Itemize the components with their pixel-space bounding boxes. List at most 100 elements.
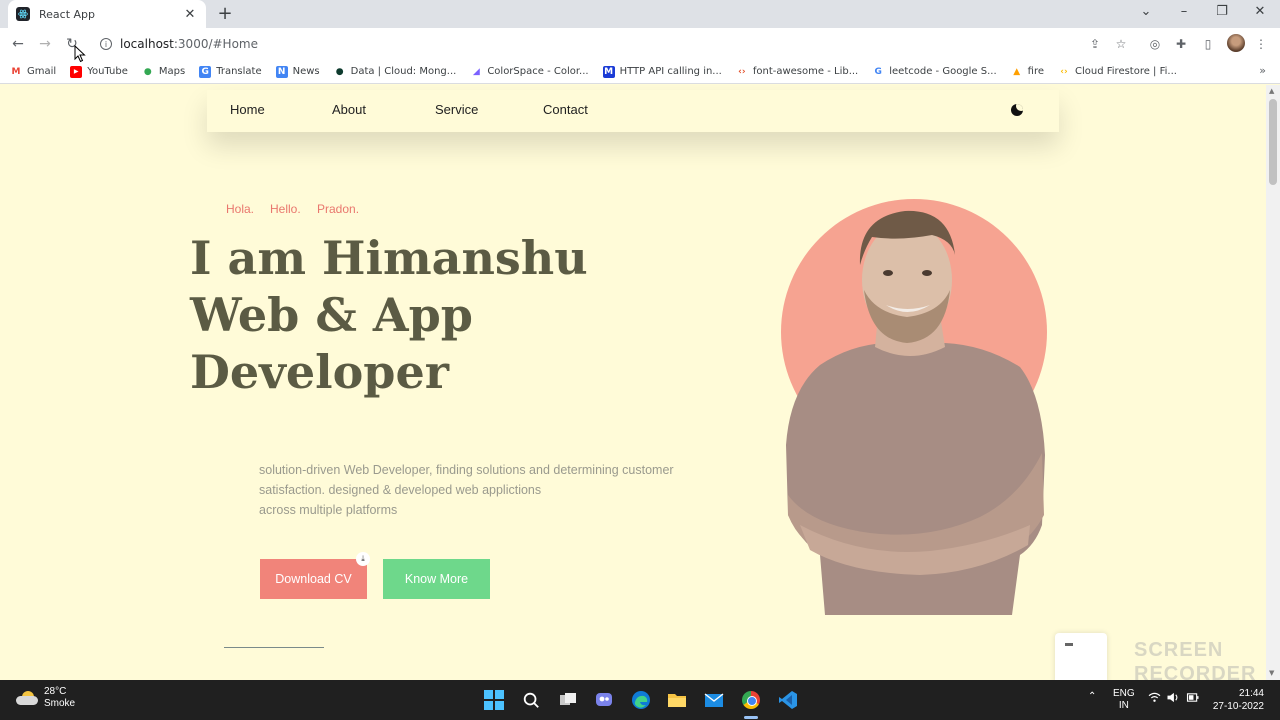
dark-mode-icon[interactable] [1011, 104, 1023, 116]
bookmark-leetcode[interactable]: Gleetcode - Google S... [872, 66, 997, 78]
weather-condition: Smoke [44, 698, 76, 709]
forward-icon[interactable]: → [36, 35, 54, 53]
greeting-pradon: Pradon. [317, 202, 360, 216]
headline-line-3: Developer [190, 345, 449, 399]
language-indicator[interactable]: ENG IN [1113, 688, 1135, 712]
vscode-icon[interactable] [776, 688, 800, 712]
nav-contact[interactable]: Contact [543, 102, 588, 117]
extension-icon[interactable]: ◎ [1146, 35, 1164, 53]
weather-widget[interactable]: 28°C Smoke [16, 686, 75, 710]
page-viewport: Home About Service Contact Hola. Hello. … [0, 85, 1266, 680]
weather-icon [16, 691, 38, 705]
close-tab-icon[interactable]: ✕ [182, 7, 198, 22]
code-icon: ‹› [738, 66, 746, 77]
toolbar: ← → ↻ i localhost:3000/#Home ⇪ ☆ ◎ ✚ ▯ ⋮ [0, 28, 1280, 60]
nav-about[interactable]: About [332, 102, 366, 117]
bookmark-gmail[interactable]: M Gmail [10, 66, 57, 78]
nav-home[interactable]: Home [230, 102, 265, 117]
volume-icon[interactable] [1166, 692, 1180, 706]
edge-icon[interactable] [629, 688, 653, 712]
maps-icon: ● [143, 66, 152, 77]
bookmark-mongodb[interactable]: ● Data | Cloud: Mong... [334, 66, 457, 78]
chrome-icon[interactable] [739, 688, 763, 712]
react-icon [16, 7, 30, 21]
bookmark-translate[interactable]: G Translate [199, 65, 262, 78]
know-more-button[interactable]: Know More [383, 559, 490, 599]
download-icon: ⤓ [356, 552, 370, 566]
share-icon[interactable]: ⇪ [1086, 35, 1104, 53]
bookmarks-bar: M Gmail ▶ YouTube ● Maps G Translate N News ●… [0, 60, 1280, 84]
youtube-icon: ▶ [70, 65, 83, 78]
search-icon[interactable] [519, 688, 543, 712]
bookmark-fire[interactable]: ▲ fire [1011, 66, 1044, 78]
info-icon[interactable]: i [100, 38, 112, 50]
bookmark-news[interactable]: N News [275, 65, 320, 78]
http-api-icon: M [602, 65, 615, 78]
hero-headline: I am Himanshu Web & App Developer [190, 230, 588, 401]
scroll-thumb[interactable] [1269, 99, 1277, 185]
battery-icon[interactable] [1186, 692, 1200, 706]
mouse-cursor-icon [74, 45, 86, 63]
nav-service[interactable]: Service [435, 102, 478, 117]
tray-chevron-icon[interactable]: ⌃ [1088, 691, 1096, 702]
recorder-watermark: SCREEN RECORDER [1134, 639, 1257, 685]
site-navbar: Home About Service Contact [207, 90, 1059, 132]
translate-icon: G [199, 65, 212, 78]
greeting-hola: Hola. [226, 202, 255, 216]
profile-avatar[interactable] [1227, 34, 1245, 52]
bookmark-colorspace[interactable]: ◢ ColorSpace - Color... [470, 66, 589, 78]
greeting-hello: Hello. [270, 202, 301, 216]
firestore-icon: ‹› [1060, 66, 1068, 77]
bookmark-maps[interactable]: ● Maps [142, 66, 185, 78]
side-panel-icon[interactable]: ▯ [1199, 35, 1217, 53]
tab-title: React App [39, 7, 96, 21]
restore-icon[interactable]: ❐ [1212, 4, 1232, 22]
wifi-icon[interactable] [1148, 692, 1161, 706]
hero-intro: solution-driven Web Developer, finding s… [259, 463, 674, 517]
url-host: localhost [120, 37, 174, 51]
menu-icon[interactable]: ⋮ [1252, 35, 1270, 53]
teams-chat-icon[interactable] [592, 688, 616, 712]
mail-icon[interactable] [702, 688, 726, 712]
temperature: 28°C [44, 686, 67, 697]
headline-line-2: Web & App [190, 288, 473, 342]
hero-portrait [786, 210, 1045, 615]
screen-recorder-widget[interactable] [1055, 633, 1107, 685]
gmail-icon: M [11, 66, 21, 77]
mongodb-icon: ● [335, 66, 344, 77]
url-path: :3000/#Home [173, 37, 258, 51]
colorspace-icon: ◢ [472, 66, 480, 77]
clock-date: 27-10-2022 [1212, 701, 1264, 712]
close-window-icon[interactable]: ✕ [1250, 4, 1270, 22]
scroll-down-icon[interactable]: ▼ [1269, 669, 1274, 677]
download-cv-button[interactable]: Download CV [260, 559, 367, 599]
system-clock[interactable]: 21:44 27-10-2022 [1212, 687, 1264, 713]
windows-taskbar: 28°C Smoke ⌃ ENG IN 21:44 27-10-2022 [0, 680, 1280, 720]
firebase-icon: ▲ [1013, 66, 1021, 77]
page-scrollbar[interactable]: ▲ ▼ [1266, 85, 1280, 680]
tab-strip: React App ✕ + ⌄ – ❐ ✕ [0, 0, 1280, 28]
more-bookmarks-icon[interactable]: » [1259, 64, 1266, 77]
bookmark-star-icon[interactable]: ☆ [1112, 35, 1130, 53]
new-tab-button[interactable]: + [216, 4, 234, 24]
back-icon[interactable]: ← [9, 35, 27, 53]
bookmark-youtube[interactable]: ▶ YouTube [70, 65, 128, 78]
bookmark-http-api[interactable]: M HTTP API calling in... [602, 65, 722, 78]
browser-tab[interactable]: React App ✕ [8, 0, 206, 28]
file-explorer-icon[interactable] [665, 688, 689, 712]
chrome-active-indicator [744, 716, 758, 719]
puzzle-icon[interactable]: ✚ [1172, 35, 1190, 53]
clock-time: 21:44 [1238, 688, 1264, 699]
news-icon: N [275, 65, 288, 78]
scroll-up-icon[interactable]: ▲ [1269, 87, 1274, 95]
bookmark-font-awesome[interactable]: ‹› font-awesome - Lib... [736, 66, 858, 78]
section-divider [224, 647, 324, 648]
headline-line-1: I am Himanshu [190, 231, 588, 285]
address-bar[interactable]: i localhost:3000/#Home [92, 31, 1142, 57]
minimize-icon[interactable]: – [1174, 4, 1194, 22]
start-icon[interactable] [482, 688, 506, 712]
task-view-icon[interactable] [556, 688, 580, 712]
google-icon: G [874, 66, 882, 77]
bookmark-firestore[interactable]: ‹› Cloud Firestore | Fi... [1058, 66, 1177, 78]
tab-search-icon[interactable]: ⌄ [1136, 4, 1156, 22]
